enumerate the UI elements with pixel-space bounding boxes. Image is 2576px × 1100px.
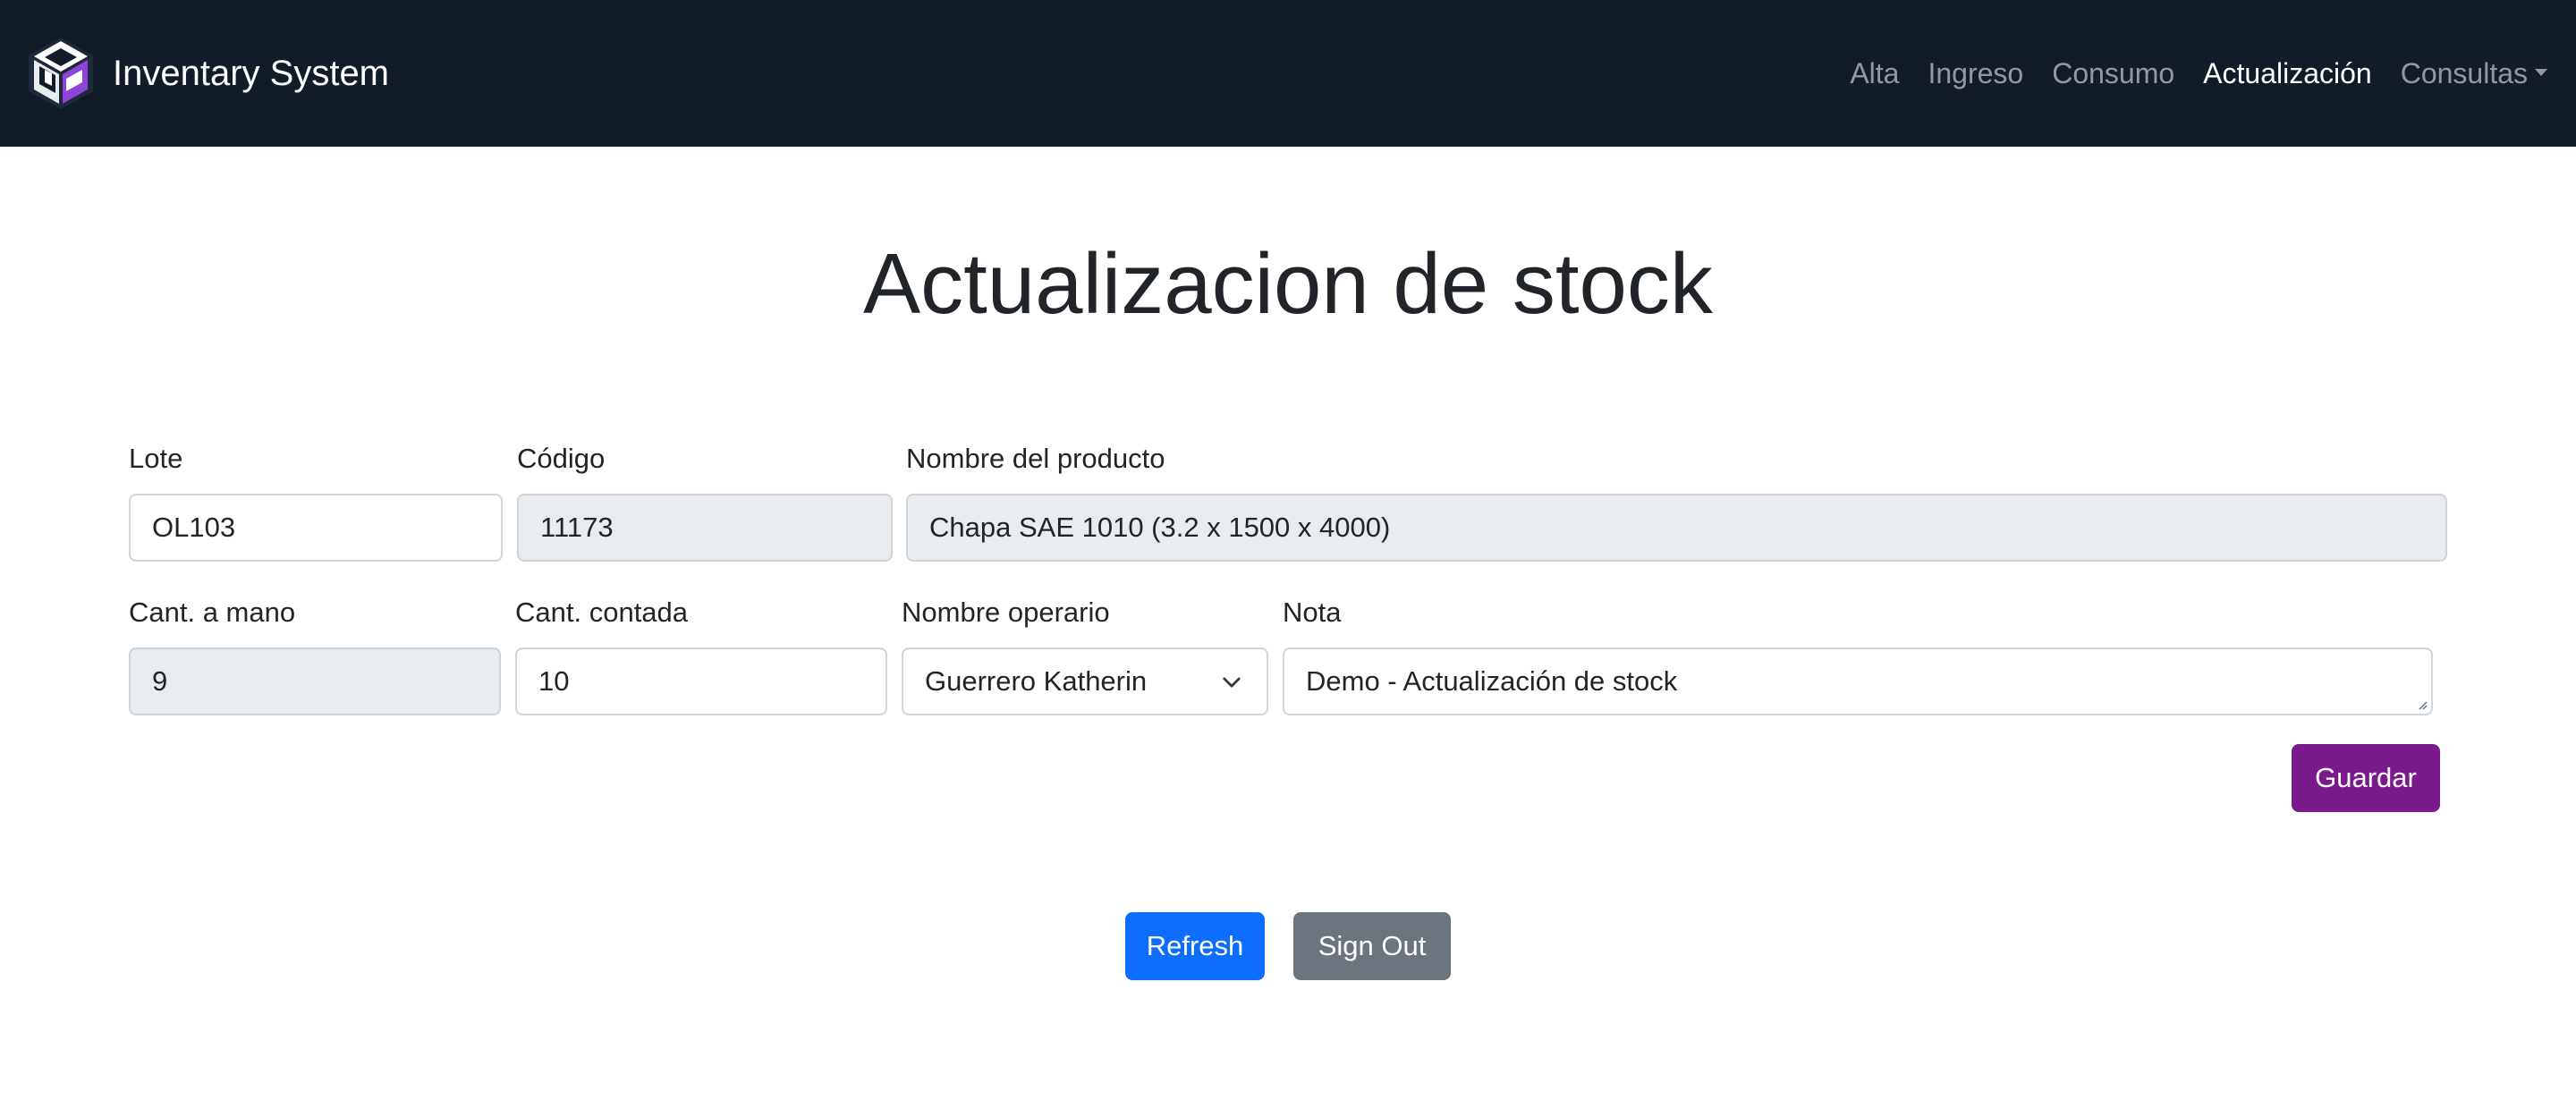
nota-label: Nota — [1283, 597, 1342, 628]
cant-contada-label: Cant. contada — [515, 597, 689, 628]
lote-input[interactable]: OL103 — [129, 494, 503, 562]
nota-value: Demo - Actualización de stock — [1306, 665, 1678, 697]
nav-dropdown-consultas-label: Consultas — [2400, 56, 2528, 89]
cant-contada-input[interactable]: 10 — [515, 647, 887, 715]
chevron-down-icon — [1223, 677, 1241, 688]
guardar-button[interactable]: Guardar — [2292, 744, 2440, 812]
top-navbar: Inventary System Alta Ingreso Consumo Ac… — [0, 0, 2576, 147]
nav-link-actualizacion[interactable]: Actualización — [2203, 57, 2372, 90]
nota-textarea[interactable]: Demo - Actualización de stock — [1283, 647, 2433, 715]
codigo-label: Código — [517, 443, 606, 474]
nombre-operario-value: Guerrero Katherin — [925, 665, 1148, 697]
cant-a-mano-label: Cant. a mano — [129, 597, 296, 628]
lote-label: Lote — [129, 443, 183, 474]
nav-link-ingreso[interactable]: Ingreso — [1928, 57, 2023, 90]
cube-logo-icon — [29, 38, 93, 109]
cant-a-mano-input: 9 — [129, 647, 501, 715]
nav-menu: Alta Ingreso Consumo Actualización Consu… — [1821, 50, 2547, 97]
refresh-button[interactable]: Refresh — [1125, 912, 1265, 980]
nombre-producto-input: Chapa SAE 1010 (3.2 x 1500 x 4000) — [906, 494, 2447, 562]
nav-link-consumo[interactable]: Consumo — [2052, 57, 2174, 90]
nav-dropdown-consultas[interactable]: Consultas — [2401, 57, 2547, 90]
nombre-producto-label: Nombre del producto — [906, 443, 1165, 474]
brand[interactable]: Inventary System — [25, 34, 389, 113]
nombre-operario-label: Nombre operario — [902, 597, 1110, 628]
page-title: Actualizacion de stock — [863, 236, 1713, 332]
codigo-input: 11173 — [517, 494, 893, 562]
sign-out-button[interactable]: Sign Out — [1293, 912, 1451, 980]
caret-down-icon — [2535, 69, 2547, 77]
nombre-operario-select[interactable]: Guerrero Katherin — [902, 647, 1268, 715]
nav-link-alta[interactable]: Alta — [1850, 57, 1899, 90]
resize-grip-icon[interactable] — [2417, 699, 2428, 710]
brand-title: Inventary System — [113, 53, 390, 93]
